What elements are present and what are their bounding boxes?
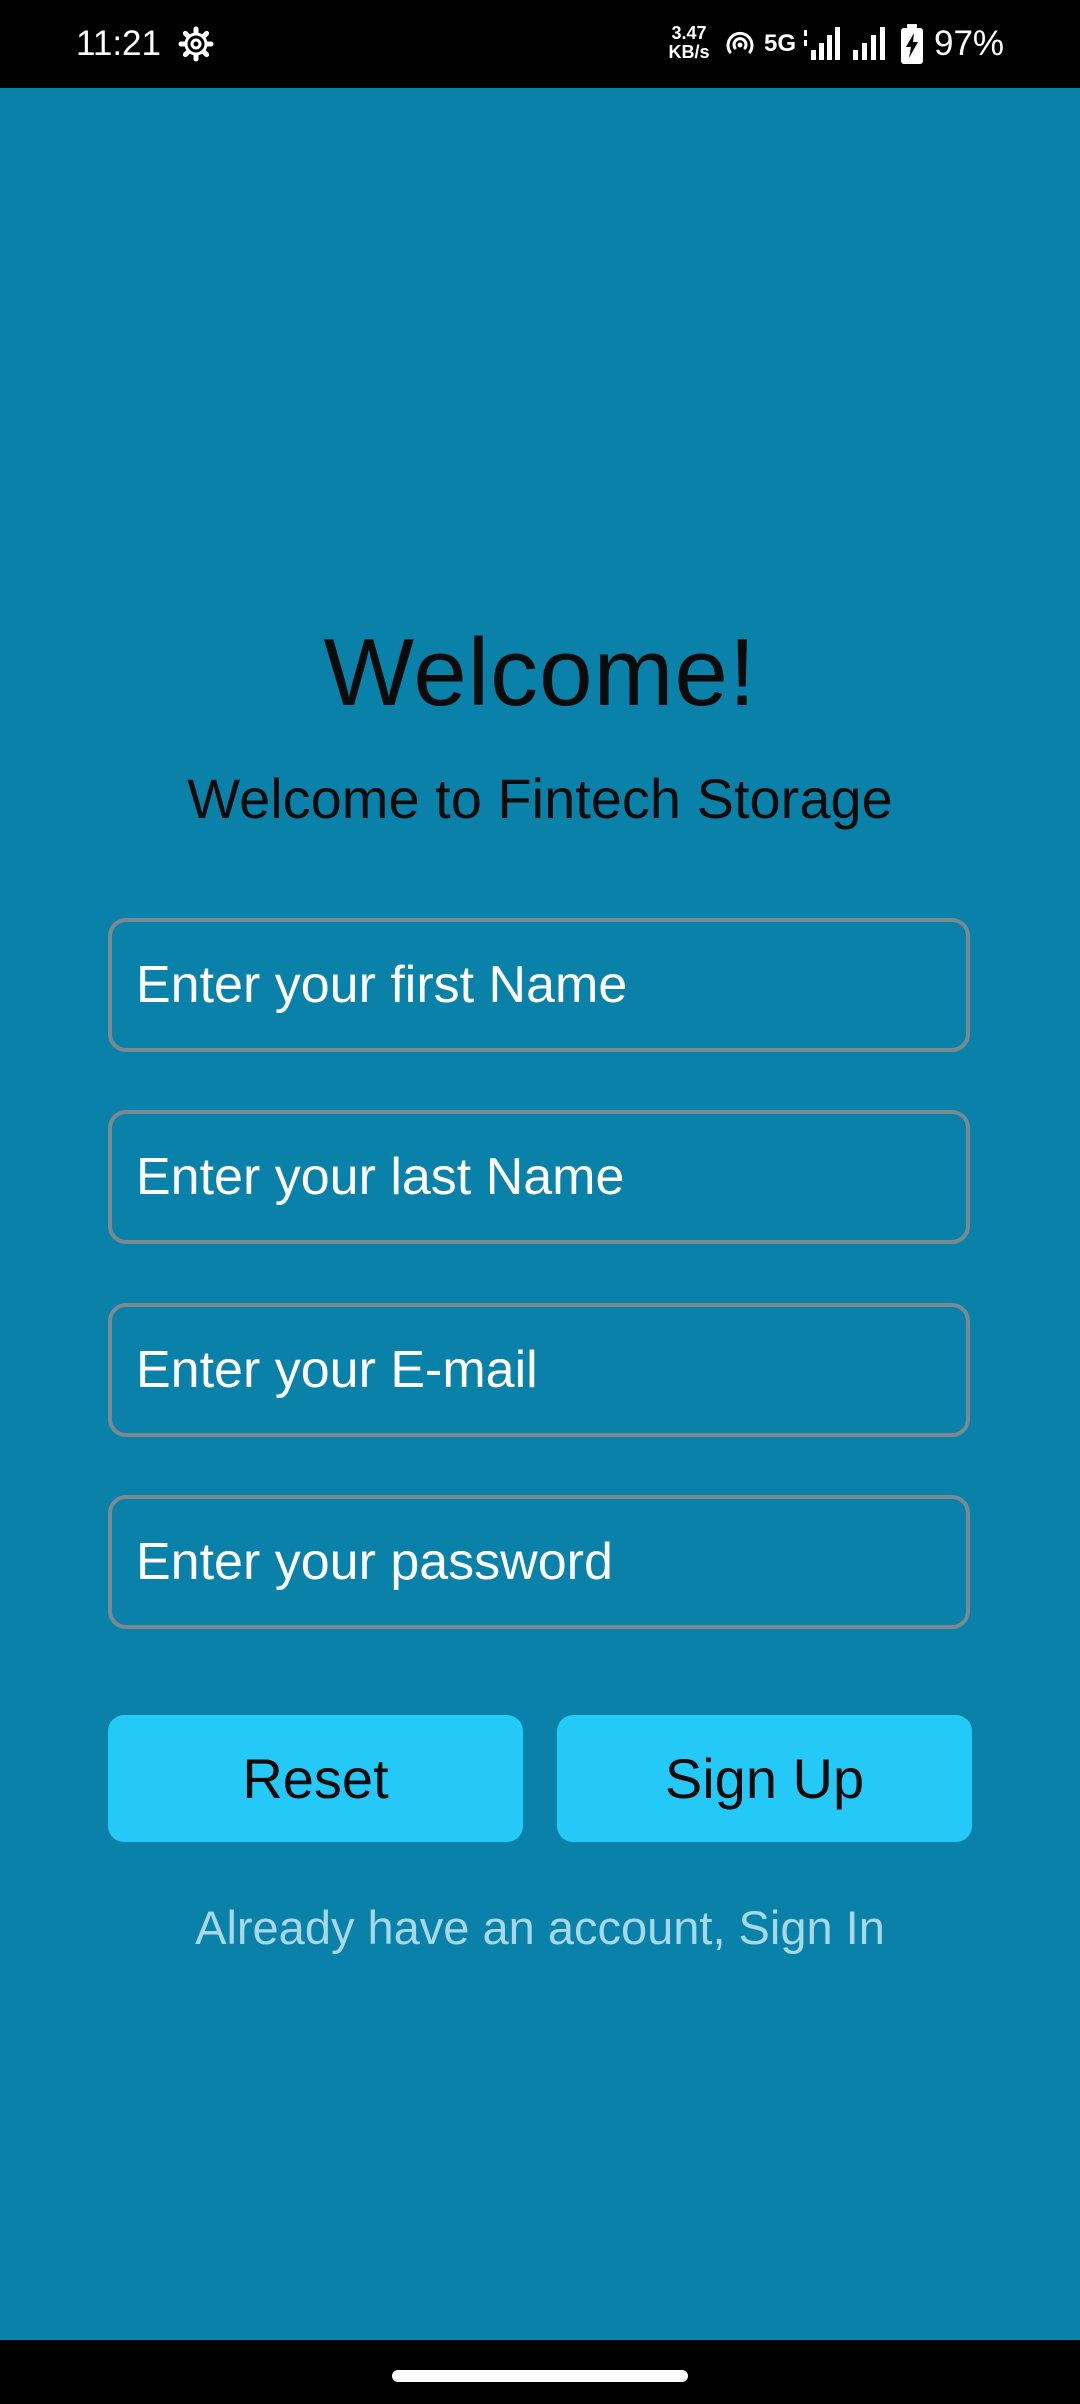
email-field[interactable] — [108, 1303, 970, 1437]
first-name-input[interactable] — [112, 922, 966, 1048]
signal-icon — [802, 26, 840, 60]
page-subtitle: Welcome to Fintech Storage — [187, 767, 893, 830]
gear-icon — [178, 26, 214, 62]
battery-percentage: 97% — [934, 24, 1005, 63]
first-name-field[interactable] — [108, 918, 970, 1052]
signal-icon-secondary — [850, 26, 888, 60]
email-input[interactable] — [112, 1307, 966, 1433]
hotspot-icon — [724, 30, 756, 60]
status-bar: 11:21 3.47 KB/s 5G 97% — [0, 0, 1080, 88]
last-name-input[interactable] — [112, 1114, 966, 1240]
net-speed-value: 3.47 — [671, 23, 707, 43]
screen: 11:21 3.47 KB/s 5G 97% Welcome! Welcome … — [0, 0, 1080, 2404]
net-speed: 3.47 KB/s — [664, 24, 714, 62]
password-field[interactable] — [108, 1495, 970, 1629]
reset-button[interactable]: Reset — [108, 1715, 523, 1842]
page-title: Welcome! — [323, 619, 757, 726]
net-speed-unit: KB/s — [668, 42, 710, 62]
battery-charging-icon — [900, 24, 924, 64]
sign-in-link[interactable]: Already have an account, Sign In — [0, 1898, 1080, 1958]
last-name-field[interactable] — [108, 1110, 970, 1244]
signup-screen: Welcome! Welcome to Fintech Storage Rese… — [0, 88, 1080, 2340]
home-indicator[interactable] — [392, 2370, 688, 2382]
password-input[interactable] — [112, 1499, 966, 1625]
sign-up-button[interactable]: Sign Up — [557, 1715, 972, 1842]
status-time: 11:21 — [76, 24, 161, 63]
navigation-bar — [0, 2340, 1080, 2404]
network-type: 5G — [764, 30, 797, 57]
